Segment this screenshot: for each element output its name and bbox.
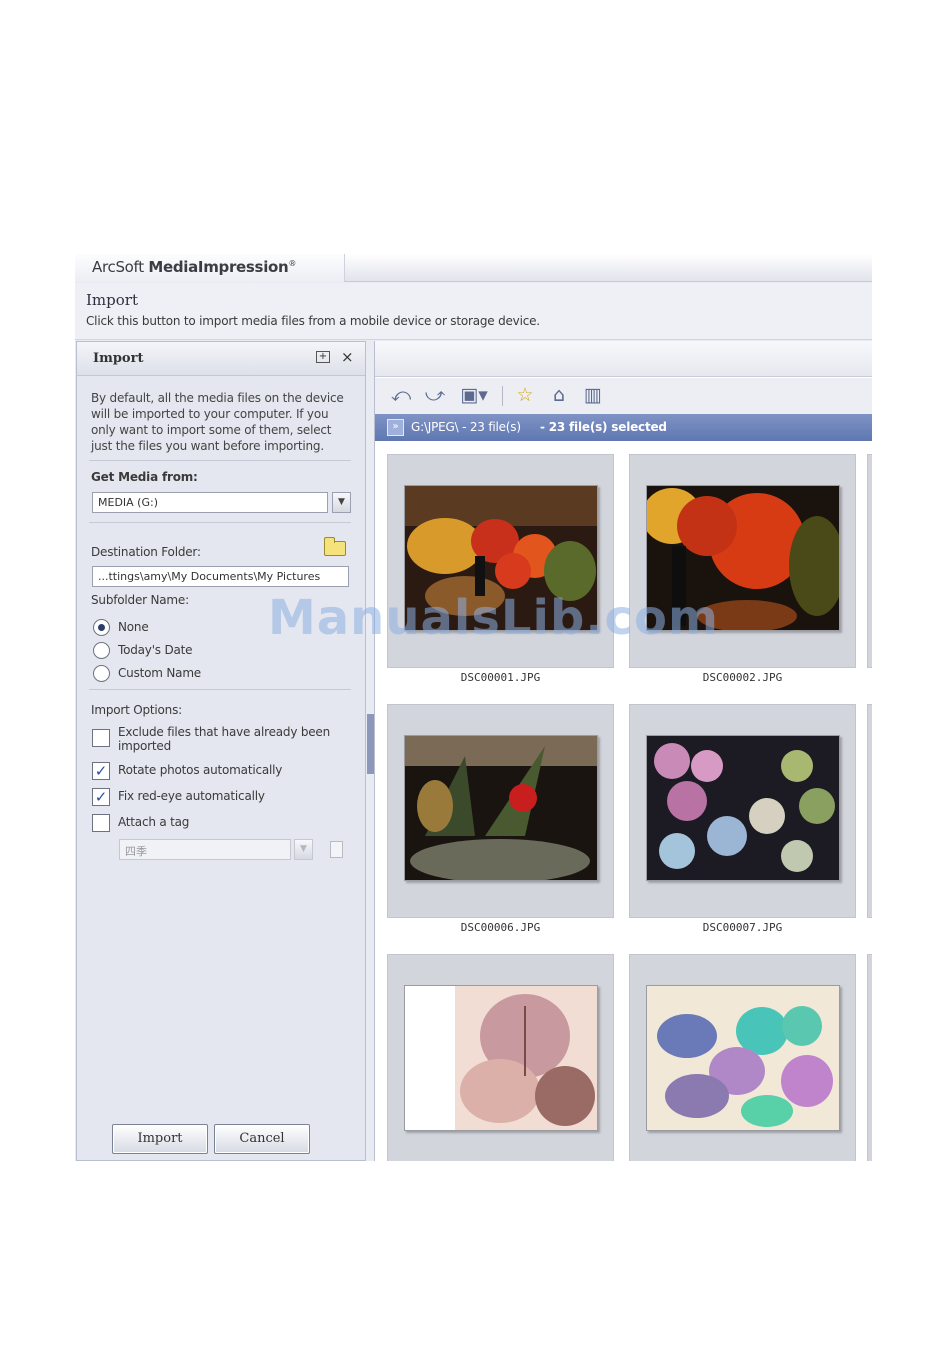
- intro-line: just the files you want before importing…: [91, 439, 324, 453]
- get-media-label: Get Media from:: [91, 470, 198, 484]
- cancel-button[interactable]: Cancel: [214, 1124, 310, 1154]
- subfolder-label: Subfolder Name:: [91, 593, 189, 607]
- thumbnail-cell[interactable]: [867, 954, 872, 1161]
- subfolder-todays-date-radio[interactable]: [93, 642, 110, 659]
- exclude-imported-label-line: imported: [118, 739, 172, 753]
- app-title: ArcSoft MediaImpression®: [92, 258, 296, 276]
- rotate-photos-checkbox[interactable]: ✓: [92, 762, 110, 780]
- intro-line: By default, all the media files on the d…: [91, 391, 344, 405]
- title-bar: ArcSoft MediaImpression®: [75, 254, 872, 282]
- fix-red-eye-label: Fix red-eye automatically: [118, 789, 265, 803]
- thumbnail-cell[interactable]: [867, 454, 872, 668]
- thumbnail-grid: DSC00001.JPG DSC00002.JPG DSC00006.JPG D…: [375, 441, 872, 1161]
- import-panel: Import + × By default, all the media fil…: [76, 341, 366, 1161]
- divider: [89, 460, 351, 461]
- view-mode-icon[interactable]: ▣▾: [457, 383, 491, 407]
- import-button[interactable]: Import: [112, 1124, 208, 1154]
- thumbnail-cell[interactable]: [387, 704, 614, 918]
- delete-icon[interactable]: ▥: [581, 383, 605, 407]
- photo-thumbnail: [404, 735, 598, 881]
- new-tag-icon[interactable]: [330, 841, 343, 858]
- current-path: G:\JPEG\ - 23 file(s): [411, 420, 521, 434]
- panel-collapse-handle[interactable]: [367, 714, 374, 774]
- thumbnail-cell[interactable]: [629, 704, 856, 918]
- subfolder-todays-date-label: Today's Date: [118, 643, 193, 657]
- photo-thumbnail: [646, 985, 840, 1131]
- page-header: Import Click this button to import media…: [75, 283, 872, 340]
- attach-tag-label: Attach a tag: [118, 815, 190, 829]
- intro-line: will be imported to your computer. If yo…: [91, 407, 329, 421]
- tag-select[interactable]: 四季: [119, 839, 291, 860]
- close-icon[interactable]: ×: [341, 348, 354, 366]
- thumbnail-cell[interactable]: [629, 954, 856, 1161]
- toolbar-separator: [502, 386, 503, 406]
- browser-toolbar: ⤺ ⤻ ▣▾ ☆ ⌂ ▥: [375, 378, 872, 414]
- file-name: DSC00001.JPG: [460, 671, 541, 684]
- subfolder-none-label: None: [118, 620, 149, 634]
- rotate-photos-label: Rotate photos automatically: [118, 763, 283, 777]
- exclude-imported-checkbox[interactable]: [92, 729, 110, 747]
- file-name: DSC00002.JPG: [702, 671, 783, 684]
- file-name: DSC00006.JPG: [460, 921, 541, 934]
- panel-header: Import + ×: [77, 342, 365, 376]
- browser-header: [375, 341, 872, 377]
- watermark: ManualsLib.com: [268, 590, 719, 646]
- subfolder-custom-name-label: Custom Name: [118, 666, 201, 680]
- path-expand-icon[interactable]: »: [387, 419, 404, 436]
- destination-label: Destination Folder:: [91, 545, 201, 559]
- divider: [89, 522, 351, 523]
- media-browser: ⤺ ⤻ ▣▾ ☆ ⌂ ▥ » G:\JPEG\ - 23 file(s) - 2…: [374, 341, 872, 1161]
- star-icon[interactable]: ☆: [513, 383, 537, 407]
- divider: [89, 689, 351, 690]
- exclude-imported-label: Exclude files that have already been imp…: [118, 725, 330, 753]
- intro-text: By default, all the media files on the d…: [91, 390, 349, 454]
- thumbnail-cell[interactable]: [867, 704, 872, 918]
- selection-count: - 23 file(s) selected: [540, 420, 667, 434]
- app-window: ArcSoft MediaImpression® Import Click th…: [75, 254, 872, 1161]
- get-media-dropdown-button[interactable]: ▼: [332, 492, 351, 513]
- tag-dropdown-button[interactable]: ▼: [294, 839, 313, 860]
- get-media-select[interactable]: MEDIA (G:): [92, 492, 328, 513]
- path-bar: » G:\JPEG\ - 23 file(s) - 23 file(s) sel…: [375, 414, 872, 441]
- fix-red-eye-checkbox[interactable]: ✓: [92, 788, 110, 806]
- page-title: Import: [86, 291, 138, 309]
- intro-line: only want to import some of them, select: [91, 423, 332, 437]
- dock-icon[interactable]: +: [316, 351, 330, 363]
- rotate-right-icon[interactable]: ⤻: [423, 383, 447, 407]
- panel-title: Import: [93, 351, 144, 366]
- rotate-left-icon[interactable]: ⤺: [389, 383, 413, 407]
- file-name: DSC00007.JPG: [702, 921, 783, 934]
- import-options-label: Import Options:: [91, 703, 182, 717]
- brand-light: ArcSoft: [92, 258, 149, 276]
- brand-mark: ®: [288, 259, 297, 268]
- brand-bold: MediaImpression: [148, 258, 289, 276]
- exclude-imported-label-line: Exclude files that have already been: [118, 725, 331, 739]
- subfolder-none-radio[interactable]: [93, 619, 110, 636]
- tag-icon[interactable]: ⌂: [547, 383, 571, 407]
- page-description: Click this button to import media files …: [86, 314, 540, 328]
- subfolder-custom-name-radio[interactable]: [93, 665, 110, 682]
- photo-thumbnail: [404, 985, 598, 1131]
- photo-thumbnail: [646, 735, 840, 881]
- browse-folder-icon[interactable]: [324, 537, 346, 556]
- destination-field[interactable]: ...ttings\amy\My Documents\My Pictures: [92, 566, 349, 587]
- thumbnail-cell[interactable]: [387, 954, 614, 1161]
- attach-tag-checkbox[interactable]: [92, 814, 110, 832]
